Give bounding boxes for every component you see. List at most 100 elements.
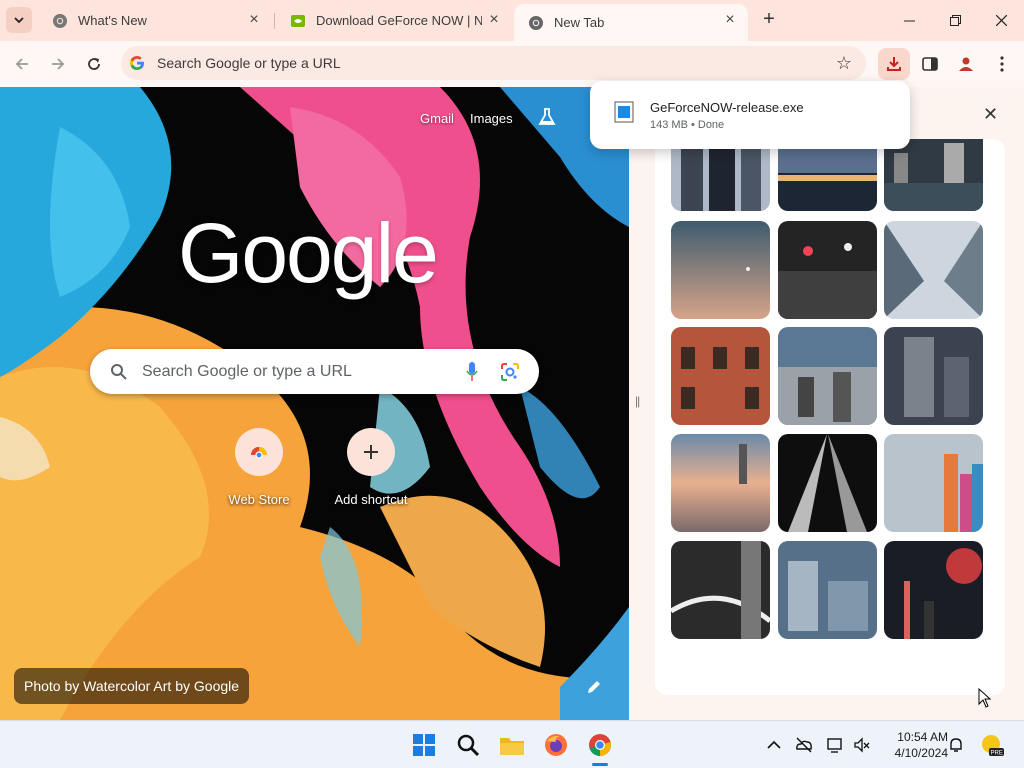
background-thumbnail[interactable] bbox=[671, 327, 770, 425]
file-explorer-button[interactable] bbox=[496, 729, 528, 761]
onedrive-icon[interactable] bbox=[795, 736, 813, 754]
photo-attribution[interactable]: Photo by Watercolor Art by Google bbox=[14, 668, 250, 704]
system-clock[interactable]: 10:54 AM 4/10/2024 bbox=[880, 729, 948, 761]
profile-button[interactable] bbox=[950, 48, 982, 80]
side-panel-button[interactable] bbox=[914, 48, 946, 80]
minimize-button[interactable] bbox=[889, 6, 929, 34]
chevron-down-icon bbox=[14, 17, 24, 24]
download-bubble[interactable]: GeForceNOW-release.exe 143 MB • Done bbox=[590, 81, 910, 149]
menu-button[interactable] bbox=[986, 48, 1018, 80]
download-filename: GeForceNOW-release.exe bbox=[650, 100, 804, 115]
background-thumbnail[interactable] bbox=[778, 541, 877, 639]
side-panel-resize-handle[interactable]: || bbox=[629, 87, 647, 720]
city-thumbnail-image bbox=[884, 139, 983, 211]
watercolor-background bbox=[0, 87, 629, 720]
street-thumbnail-image bbox=[778, 221, 877, 319]
close-window-button[interactable] bbox=[981, 6, 1021, 34]
shortcut-tile bbox=[347, 428, 395, 476]
search-icon bbox=[457, 734, 480, 757]
download-icon bbox=[887, 57, 901, 71]
building-thumbnail-image bbox=[671, 327, 770, 425]
images-link[interactable]: Images bbox=[470, 111, 513, 126]
close-tab-icon[interactable]: × bbox=[246, 12, 262, 29]
background-thumbnail[interactable] bbox=[778, 434, 877, 532]
reload-icon bbox=[88, 58, 100, 70]
reload-button[interactable] bbox=[82, 52, 106, 76]
shortcut-web-store[interactable]: Web Store bbox=[209, 428, 309, 507]
rooftops-thumbnail-image bbox=[778, 541, 877, 639]
exe-file-icon bbox=[614, 101, 634, 123]
background-thumbnail[interactable] bbox=[884, 221, 983, 319]
profile-avatar-icon bbox=[959, 57, 973, 71]
downloads-button[interactable] bbox=[878, 48, 910, 80]
active-app-indicator bbox=[592, 763, 608, 766]
restore-button[interactable] bbox=[935, 6, 975, 34]
tab-whats-new[interactable]: What's New × bbox=[38, 4, 272, 37]
labs-flask-icon[interactable] bbox=[536, 106, 558, 128]
background-thumbnail[interactable] bbox=[671, 221, 770, 319]
shortcut-tile bbox=[235, 428, 283, 476]
background-thumbnail[interactable] bbox=[778, 139, 877, 211]
tab-search-button[interactable] bbox=[6, 7, 32, 33]
shortcut-add[interactable]: Add shortcut bbox=[321, 428, 421, 507]
display-icon[interactable] bbox=[827, 736, 845, 754]
background-thumbnail[interactable] bbox=[884, 434, 983, 532]
omnibox-placeholder: Search Google or type a URL bbox=[157, 55, 341, 71]
folder-icon bbox=[500, 738, 524, 755]
windows-logo-icon bbox=[413, 734, 435, 756]
new-tab-page: Gmail Images Google Search Google or typ… bbox=[0, 87, 629, 720]
city-thumbnail-image bbox=[671, 139, 770, 211]
download-status: 143 MB • Done bbox=[650, 119, 725, 131]
tab-new-tab[interactable]: New Tab × bbox=[514, 4, 748, 41]
chrome-icon bbox=[589, 734, 611, 756]
gmail-link[interactable]: Gmail bbox=[420, 111, 454, 126]
background-thumbnail[interactable] bbox=[671, 541, 770, 639]
background-thumbnail[interactable] bbox=[778, 327, 877, 425]
chevron-up-icon[interactable] bbox=[765, 736, 783, 754]
close-tab-icon[interactable]: × bbox=[486, 12, 502, 29]
shortcut-label: Web Store bbox=[228, 492, 290, 507]
highway-thumbnail-image bbox=[671, 541, 770, 639]
forward-button[interactable] bbox=[46, 52, 70, 76]
background-thumbnail[interactable] bbox=[884, 139, 983, 211]
chrome-web-store-icon bbox=[251, 447, 267, 459]
google-lens-icon[interactable] bbox=[500, 362, 520, 382]
omnibox[interactable]: Search Google or type a URL ☆ bbox=[121, 46, 866, 80]
ntp-search-box[interactable]: Search Google or type a URL bbox=[90, 349, 539, 394]
tab-geforce-now[interactable]: Download GeForce NOW | NVIDIA × bbox=[276, 4, 512, 37]
background-thumbnail[interactable] bbox=[884, 541, 983, 639]
harbor-thumbnail-image bbox=[671, 434, 770, 532]
taskbar-search-button[interactable] bbox=[452, 729, 484, 761]
close-panel-icon[interactable]: ✕ bbox=[983, 104, 998, 125]
city-aerial-thumbnail-image bbox=[884, 327, 983, 425]
arrow-right-icon bbox=[52, 58, 65, 70]
start-button[interactable] bbox=[408, 729, 440, 761]
back-button[interactable] bbox=[10, 52, 34, 76]
ntp-search-placeholder: Search Google or type a URL bbox=[142, 363, 352, 380]
firefox-button[interactable] bbox=[540, 729, 572, 761]
microphone-icon[interactable] bbox=[465, 361, 479, 383]
chrome-taskbar-button[interactable] bbox=[584, 729, 616, 761]
background-thumbnail[interactable] bbox=[671, 139, 770, 211]
city-thumbnail-image bbox=[778, 139, 877, 211]
background-thumbnail[interactable] bbox=[778, 221, 877, 319]
windows-taskbar: 10:54 AM 4/10/2024 PRE bbox=[0, 720, 1024, 768]
google-logo: Google bbox=[178, 206, 439, 300]
more-vertical-icon bbox=[1000, 56, 1004, 72]
chrome-icon bbox=[53, 13, 67, 28]
new-tab-button[interactable]: + bbox=[758, 9, 780, 31]
skyscraper-thumbnail-image bbox=[884, 221, 983, 319]
preview-badge-icon[interactable]: PRE bbox=[980, 733, 1004, 757]
background-thumbnail[interactable] bbox=[884, 327, 983, 425]
customize-pencil-icon[interactable] bbox=[586, 679, 602, 695]
firefox-icon bbox=[545, 734, 567, 756]
bookmark-star-icon[interactable]: ☆ bbox=[836, 53, 852, 74]
architecture-thumbnail-image bbox=[778, 434, 877, 532]
tab-strip: What's New × Download GeForce NOW | NVID… bbox=[0, 0, 1024, 41]
background-thumbnail[interactable] bbox=[671, 434, 770, 532]
notification-bell-icon[interactable] bbox=[947, 736, 965, 754]
volume-muted-icon[interactable] bbox=[853, 736, 871, 754]
close-tab-icon[interactable]: × bbox=[722, 12, 738, 29]
mouse-cursor-icon bbox=[978, 688, 992, 708]
google-g-icon bbox=[129, 56, 144, 71]
